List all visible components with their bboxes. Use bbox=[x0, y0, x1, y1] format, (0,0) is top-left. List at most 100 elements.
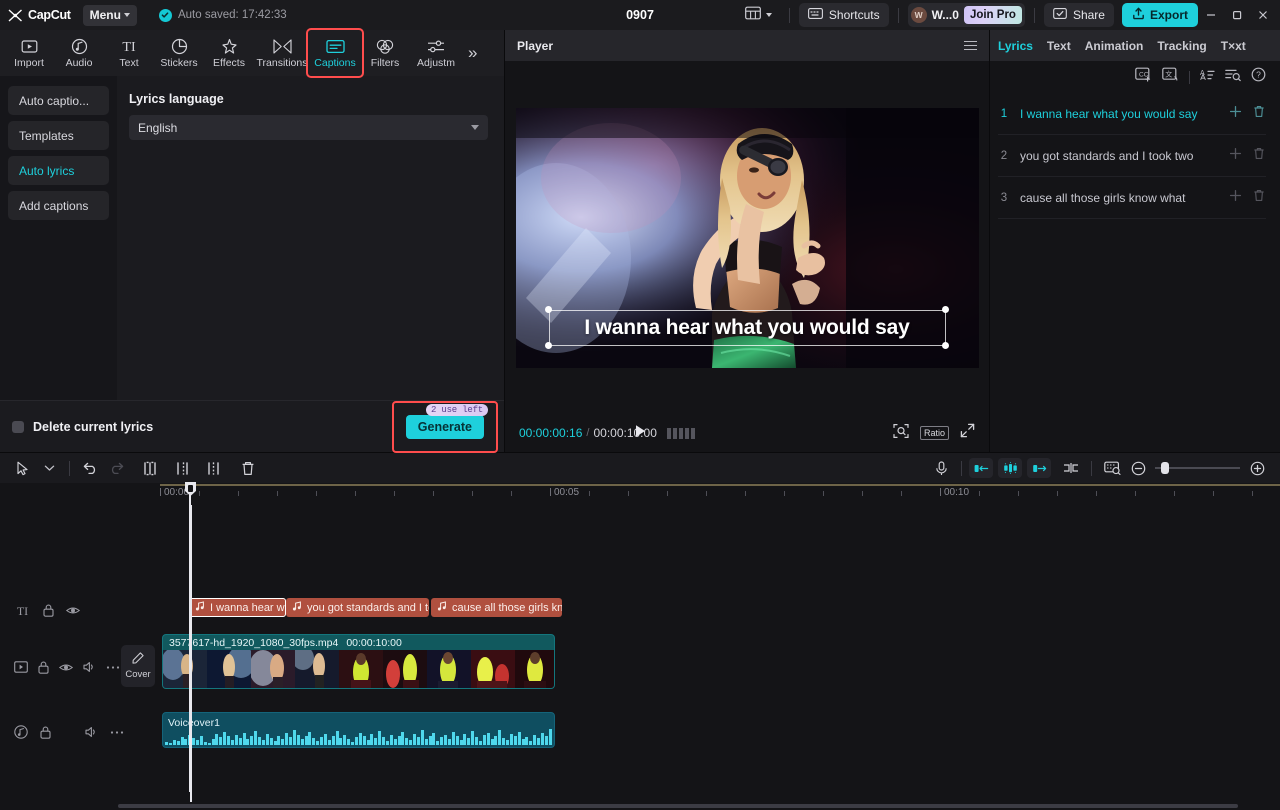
trim-right-icon[interactable] bbox=[201, 457, 227, 479]
trim-left-icon[interactable] bbox=[169, 457, 195, 479]
timeline-tracks[interactable]: TI I wanna hear wh you got standards and… bbox=[0, 505, 1280, 802]
chevron-down-icon[interactable] bbox=[36, 457, 62, 479]
redo-icon[interactable] bbox=[103, 457, 129, 479]
text-clip-3[interactable]: cause all those girls kn bbox=[431, 598, 562, 617]
tool-tab-stickers[interactable]: Stickers bbox=[154, 31, 204, 75]
layout-button[interactable] bbox=[737, 4, 780, 26]
tab-text[interactable]: Text bbox=[1047, 39, 1071, 53]
split-icon[interactable] bbox=[137, 457, 163, 479]
plus-icon[interactable] bbox=[1228, 105, 1242, 123]
add-caption-icon[interactable]: CC bbox=[1135, 67, 1152, 87]
ratio-button[interactable]: Ratio bbox=[919, 426, 949, 440]
find-replace-icon[interactable] bbox=[1225, 68, 1241, 87]
tool-tab-filters[interactable]: Filters bbox=[360, 31, 410, 75]
shortcuts-button[interactable]: Shortcuts bbox=[798, 3, 889, 27]
sort-icon[interactable]: A bbox=[1200, 68, 1215, 87]
list-item[interactable]: 1 I wanna hear what you would say bbox=[998, 93, 1266, 135]
tool-tab-adjustment[interactable]: Adjustm bbox=[410, 31, 462, 75]
caption-overlay-box[interactable]: I wanna hear what you would say bbox=[545, 306, 949, 349]
plus-icon[interactable] bbox=[1228, 189, 1242, 207]
trash-icon[interactable] bbox=[1252, 147, 1266, 165]
menu-button[interactable]: Menu bbox=[82, 4, 137, 26]
lock-icon[interactable] bbox=[38, 661, 49, 674]
video-preview[interactable]: I wanna hear what you would say bbox=[515, 107, 979, 368]
video-track-lane[interactable]: Cover 3577617-hd_1920_1080_30fps.mp4 00:… bbox=[118, 634, 1280, 700]
lyric-text[interactable]: cause all those girls know what bbox=[1020, 191, 1218, 205]
tool-tab-captions[interactable]: Captions bbox=[306, 28, 364, 78]
translate-caption-icon[interactable]: 文 bbox=[1162, 67, 1179, 87]
cover-button[interactable]: Cover bbox=[121, 645, 155, 687]
snap-left-icon[interactable] bbox=[969, 458, 993, 478]
tool-tab-audio[interactable]: Audio bbox=[54, 31, 104, 75]
hamburger-icon[interactable] bbox=[964, 40, 977, 51]
zoom-fit-icon[interactable] bbox=[893, 423, 909, 444]
eye-icon[interactable] bbox=[66, 605, 80, 616]
resize-handle-bottom-left[interactable] bbox=[545, 342, 552, 349]
list-item[interactable]: 2 you got standards and I took two bbox=[998, 135, 1266, 177]
close-button[interactable] bbox=[1250, 0, 1276, 30]
lock-icon[interactable] bbox=[43, 604, 54, 617]
plus-icon[interactable] bbox=[1228, 147, 1242, 165]
join-pro-button[interactable]: Join Pro bbox=[963, 6, 1022, 24]
text-clip-1[interactable]: I wanna hear wh bbox=[189, 598, 286, 617]
sidebar-item-add-captions[interactable]: Add captions bbox=[8, 191, 109, 220]
scrollbar-thumb[interactable] bbox=[118, 804, 1238, 808]
split-track-icon[interactable] bbox=[1058, 457, 1084, 479]
more-tools-button[interactable]: » bbox=[464, 43, 481, 63]
frames-icon[interactable] bbox=[666, 427, 695, 439]
tool-tab-effects[interactable]: Effects bbox=[204, 31, 254, 75]
help-icon[interactable]: ? bbox=[1251, 67, 1266, 87]
zoom-slider[interactable] bbox=[1155, 462, 1240, 474]
preview-icon[interactable] bbox=[1099, 457, 1125, 479]
maximize-button[interactable] bbox=[1224, 0, 1250, 30]
select-icon[interactable] bbox=[10, 457, 36, 479]
eye-icon[interactable] bbox=[59, 662, 73, 673]
sidebar-item-auto-captions[interactable]: Auto captio... bbox=[8, 86, 109, 115]
text-track-lane[interactable]: I wanna hear wh you got standards and I … bbox=[118, 590, 1280, 630]
play-button[interactable] bbox=[632, 423, 648, 444]
video-clip[interactable]: 3577617-hd_1920_1080_30fps.mp4 00:00:10:… bbox=[162, 634, 555, 689]
generate-button[interactable]: Generate bbox=[405, 414, 484, 439]
trash-icon[interactable] bbox=[1252, 105, 1266, 123]
mic-icon[interactable] bbox=[928, 457, 954, 479]
zoom-in-icon[interactable] bbox=[1244, 457, 1270, 479]
share-button[interactable]: Share bbox=[1043, 3, 1114, 27]
sidebar-item-templates[interactable]: Templates bbox=[8, 121, 109, 150]
magnet-icon[interactable] bbox=[998, 458, 1022, 478]
tab-tracking[interactable]: Tracking bbox=[1157, 39, 1206, 53]
user-account-chip[interactable]: W W...0 Join Pro bbox=[907, 3, 1025, 27]
speaker-icon[interactable] bbox=[85, 726, 98, 738]
playhead-knob[interactable] bbox=[184, 481, 197, 502]
timeline-horizontal-scrollbar[interactable] bbox=[0, 802, 1280, 810]
svg-text:TI: TI bbox=[17, 604, 28, 617]
text-clip-2[interactable]: you got standards and I to bbox=[286, 598, 429, 617]
tool-tab-transitions[interactable]: Transitions bbox=[254, 31, 310, 75]
lyrics-language-select[interactable]: English bbox=[129, 115, 488, 140]
minimize-button[interactable] bbox=[1198, 0, 1224, 30]
tool-tab-text[interactable]: TI Text bbox=[104, 31, 154, 75]
zoom-out-icon[interactable] bbox=[1125, 457, 1151, 479]
lyric-text[interactable]: you got standards and I took two bbox=[1020, 149, 1218, 163]
audio-track-lane[interactable]: Voiceover1 bbox=[118, 712, 1280, 752]
undo-icon[interactable] bbox=[77, 457, 103, 479]
delete-current-lyrics-checkbox[interactable] bbox=[12, 420, 24, 433]
delete-icon[interactable] bbox=[235, 457, 261, 479]
resize-handle-top-left[interactable] bbox=[545, 306, 552, 313]
resize-handle-top-right[interactable] bbox=[942, 306, 949, 313]
export-button[interactable]: Export bbox=[1121, 3, 1198, 27]
snap-right-icon[interactable] bbox=[1027, 458, 1051, 478]
audio-clip[interactable]: Voiceover1 bbox=[162, 712, 555, 748]
tab-text-overflow[interactable]: T×xt bbox=[1221, 39, 1246, 53]
sidebar-item-auto-lyrics[interactable]: Auto lyrics bbox=[8, 156, 109, 185]
speaker-icon[interactable] bbox=[83, 661, 96, 673]
list-item[interactable]: 3 cause all those girls know what bbox=[998, 177, 1266, 219]
tab-lyrics[interactable]: Lyrics bbox=[998, 39, 1033, 53]
slider-knob[interactable] bbox=[1161, 462, 1169, 474]
resize-handle-bottom-right[interactable] bbox=[942, 342, 949, 349]
tab-animation[interactable]: Animation bbox=[1085, 39, 1144, 53]
tool-tab-import[interactable]: Import bbox=[4, 31, 54, 75]
trash-icon[interactable] bbox=[1252, 189, 1266, 207]
lock-icon[interactable] bbox=[40, 726, 51, 739]
fullscreen-icon[interactable] bbox=[960, 423, 975, 443]
lyric-text[interactable]: I wanna hear what you would say bbox=[1020, 107, 1218, 121]
